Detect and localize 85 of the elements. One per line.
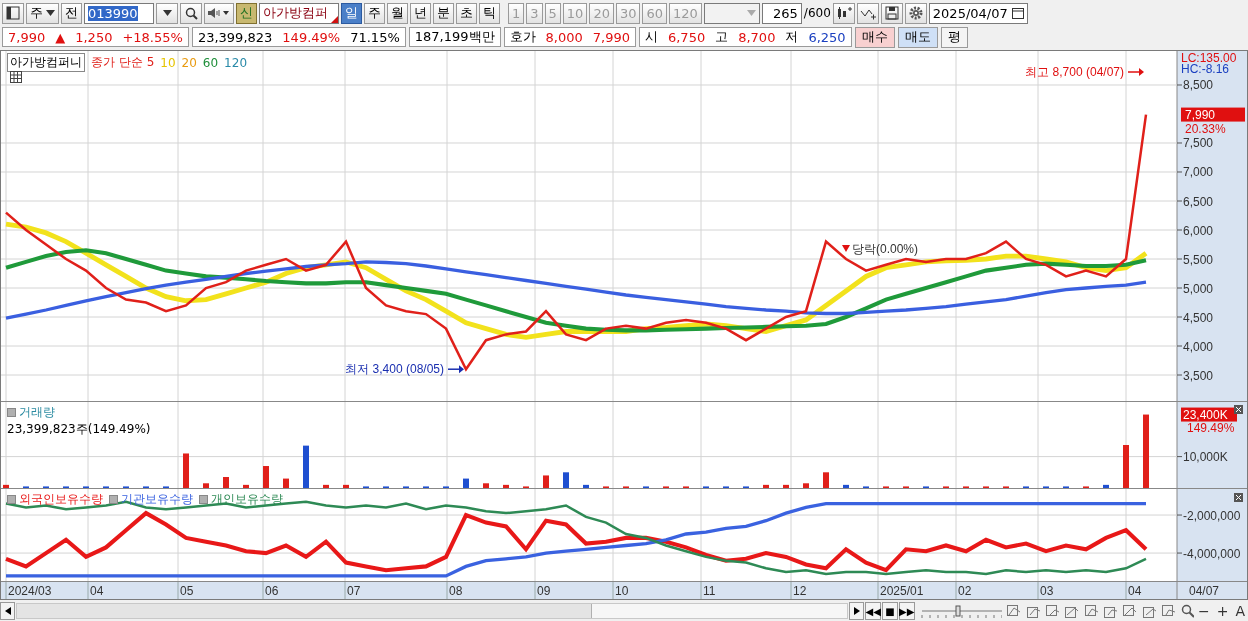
axis-label: -4,000,000: [1183, 546, 1241, 561]
axis-label: 10,000K: [1183, 450, 1228, 465]
date-label: 2025/01: [880, 584, 924, 598]
quote-value: 71.15%: [350, 29, 400, 45]
count-field[interactable]: 265: [761, 2, 802, 24]
period-tab[interactable]: 분: [433, 2, 454, 24]
volume-summary: 23,399,823주(149.49%): [7, 421, 151, 438]
period-tab[interactable]: 초: [456, 2, 477, 24]
date-label: 11: [703, 584, 716, 598]
quote-value: ▲: [55, 29, 66, 45]
period-tab[interactable]: 월: [387, 2, 408, 24]
date-label: 06: [265, 584, 279, 598]
period-tab[interactable]: 년: [410, 2, 431, 24]
quote-value: 8,000: [545, 29, 583, 45]
sell-button[interactable]: 매도: [897, 26, 938, 48]
axis-label: 5,000: [1183, 281, 1214, 296]
quote-value: 7,990: [592, 29, 630, 45]
code-field[interactable]: 013990: [84, 2, 154, 24]
axis-label: 6,500: [1183, 194, 1214, 209]
playback-button[interactable]: ◀◀: [865, 602, 882, 620]
date-label: 10: [615, 584, 629, 598]
quote-value: 1,250: [75, 29, 113, 45]
date-label: 04: [90, 584, 104, 598]
quote-value: 6,250: [808, 29, 846, 45]
change-rate: 20.33%: [1185, 121, 1226, 136]
market-dropdown[interactable]: 주: [26, 2, 59, 24]
quote-value: 고: [715, 28, 729, 46]
buy-button[interactable]: 매수: [854, 26, 895, 48]
last-date-label: 04/07: [1189, 584, 1220, 598]
axis-label: 4,000: [1183, 339, 1214, 354]
date-label: 02: [958, 584, 972, 598]
quote-value: 시: [644, 28, 658, 46]
legend-label: 60: [202, 55, 219, 70]
axis-label: 7,000: [1183, 165, 1214, 180]
date-label: 08: [449, 584, 463, 598]
zoom-control[interactable]: −: [1194, 603, 1213, 619]
quote-value: +18.55%: [122, 29, 183, 45]
quote-value: 7,990: [8, 29, 46, 45]
date-label: 09: [537, 584, 551, 598]
playback-button[interactable]: ▶▶: [898, 602, 915, 620]
axis-info: LC:135.00: [1181, 51, 1237, 65]
axis-label: 6,000: [1183, 223, 1214, 238]
playback-button[interactable]: ■: [882, 602, 898, 620]
period-tab[interactable]: 틱: [479, 2, 500, 24]
quote-value: 호가: [509, 28, 536, 46]
period-tab[interactable]: 주: [364, 2, 385, 24]
quote-value: 저: [785, 28, 799, 46]
quote-value: 149.49%: [282, 29, 341, 45]
date-label: 05: [180, 584, 194, 598]
order-button[interactable]: 평: [940, 26, 968, 48]
legend-label: 종가 단순 5: [91, 54, 155, 71]
date-label: 2024/03: [8, 584, 52, 598]
legend-label: 기관보유수량: [121, 491, 193, 508]
date-label: 07: [347, 584, 361, 598]
zoom-control[interactable]: A: [1232, 603, 1248, 619]
volume-title: 거래량: [19, 404, 55, 421]
axis-label: 4,500: [1183, 310, 1214, 325]
stock-name-label: 아가방컴퍼니: [7, 53, 85, 72]
axis-info: HC:-8.16: [1181, 62, 1230, 76]
legend-label: 외국인보유수량: [19, 491, 103, 508]
quote-value: 8,700: [738, 29, 776, 45]
legend-label: 20: [181, 55, 197, 70]
volume-ratio: 149.49%: [1187, 420, 1235, 435]
stock-name-field[interactable]: 아가방컴퍼: [259, 2, 339, 24]
count-max: /600: [803, 6, 831, 20]
legend-label: 120: [224, 55, 247, 70]
quote-value: 187,199백만: [414, 28, 495, 46]
axis-label: 7,500: [1183, 136, 1214, 151]
zoom-control[interactable]: +: [1213, 603, 1232, 619]
axis-label: -2,000,000: [1183, 508, 1241, 523]
axis-label: 3,500: [1183, 368, 1214, 383]
date-label: 04: [1128, 584, 1142, 598]
annotation-label: 최고 8,700 (04/07): [1025, 65, 1124, 79]
axis-label: 5,500: [1183, 252, 1214, 267]
quote-value: 23,399,823: [197, 29, 273, 45]
scope-button[interactable]: 전: [61, 2, 82, 24]
date-label: 12: [793, 584, 807, 598]
date-label: 03: [1040, 584, 1054, 598]
axis-label: 8,500: [1183, 78, 1214, 93]
annotation-label: 당락(0.00%): [852, 242, 919, 256]
legend-label: 10: [160, 55, 176, 70]
date-field[interactable]: 2025/04/07: [928, 2, 1028, 24]
annotation-label: 최저 3,400 (08/05): [345, 362, 444, 377]
period-tab[interactable]: 일: [341, 2, 362, 24]
quote-value: 6,750: [667, 29, 706, 45]
